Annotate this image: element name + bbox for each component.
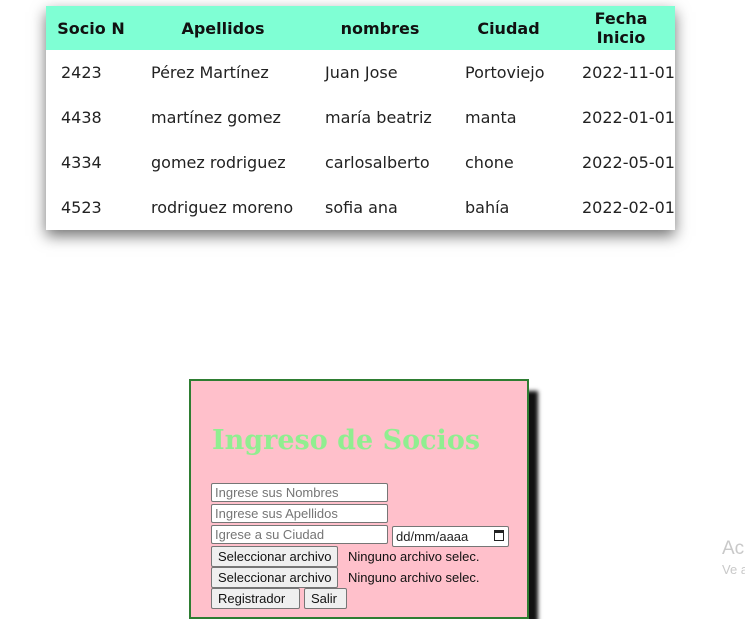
cell-apellidos: rodriguez moreno <box>151 198 294 217</box>
file-status-1: Ninguno archivo selec. <box>348 549 480 564</box>
column-header-nombres: nombres <box>310 6 450 50</box>
column-header-apellidos: Apellidos <box>136 6 310 50</box>
apellidos-input[interactable]: Ingrese sus Apellidos <box>211 504 388 523</box>
table-row: 2423 Pérez Martínez Juan Jose Portoviejo… <box>46 50 675 95</box>
form-title: Ingreso de Socios <box>212 425 481 456</box>
member-form-card: Ingreso de Socios Ingrese sus Nombres In… <box>189 379 529 619</box>
watermark-line-1: Ac <box>722 538 745 559</box>
cell-nombres: Juan Jose <box>325 63 398 82</box>
file-status-2: Ninguno archivo selec. <box>348 570 480 585</box>
select-file-button-2[interactable]: Seleccionar archivo <box>211 567 339 588</box>
cell-nombres: sofia ana <box>325 198 398 217</box>
calendar-icon[interactable] <box>494 530 504 541</box>
select-file-button-1[interactable]: Seleccionar archivo <box>211 546 339 567</box>
exit-button[interactable]: Salir <box>304 588 347 609</box>
windows-activation-watermark: Ac Ve a <box>722 538 745 577</box>
table-row: 4523 rodriguez moreno sofia ana bahía 20… <box>46 185 675 230</box>
members-table-card: Socio N Apellidos nombres Ciudad Fecha I… <box>46 6 675 230</box>
cell-fecha: 2022-02-01 <box>582 198 675 217</box>
cell-apellidos: gomez rodriguez <box>151 153 286 172</box>
cell-socio: 4334 <box>61 153 102 172</box>
cell-fecha: 2022-05-01 <box>582 153 675 172</box>
nombres-input[interactable]: Ingrese sus Nombres <box>211 483 388 502</box>
cell-fecha: 2022-11-01 <box>582 63 675 82</box>
column-header-fecha: Fecha Inicio <box>567 6 675 50</box>
cell-ciudad: Portoviejo <box>465 63 545 82</box>
members-table: Socio N Apellidos nombres Ciudad Fecha I… <box>46 6 675 230</box>
cell-socio: 4438 <box>61 108 102 127</box>
register-button[interactable]: Registrador <box>211 588 300 609</box>
table-row: 4334 gomez rodriguez carlosalberto chone… <box>46 140 675 185</box>
cell-nombres: maría beatriz <box>325 108 432 127</box>
cell-socio: 2423 <box>61 63 102 82</box>
column-header-ciudad: Ciudad <box>450 6 567 50</box>
cell-apellidos: martínez gomez <box>151 108 281 127</box>
table-header-row: Socio N Apellidos nombres Ciudad Fecha I… <box>46 6 675 50</box>
cell-nombres: carlosalberto <box>325 153 430 172</box>
cell-fecha: 2022-01-01 <box>582 108 675 127</box>
table-row: 4438 martínez gomez maría beatriz manta … <box>46 95 675 140</box>
cell-apellidos: Pérez Martínez <box>151 63 269 82</box>
fecha-date-input[interactable]: dd/mm/aaaa <box>392 526 509 547</box>
cell-socio: 4523 <box>61 198 102 217</box>
ciudad-input[interactable]: Igrese a su Ciudad <box>211 525 388 544</box>
cell-ciudad: manta <box>465 108 517 127</box>
cell-ciudad: chone <box>465 153 514 172</box>
watermark-line-2: Ve a <box>722 562 745 577</box>
date-placeholder: dd/mm/aaaa <box>396 529 469 544</box>
cell-ciudad: bahía <box>465 198 510 217</box>
column-header-socio: Socio N <box>46 6 136 50</box>
